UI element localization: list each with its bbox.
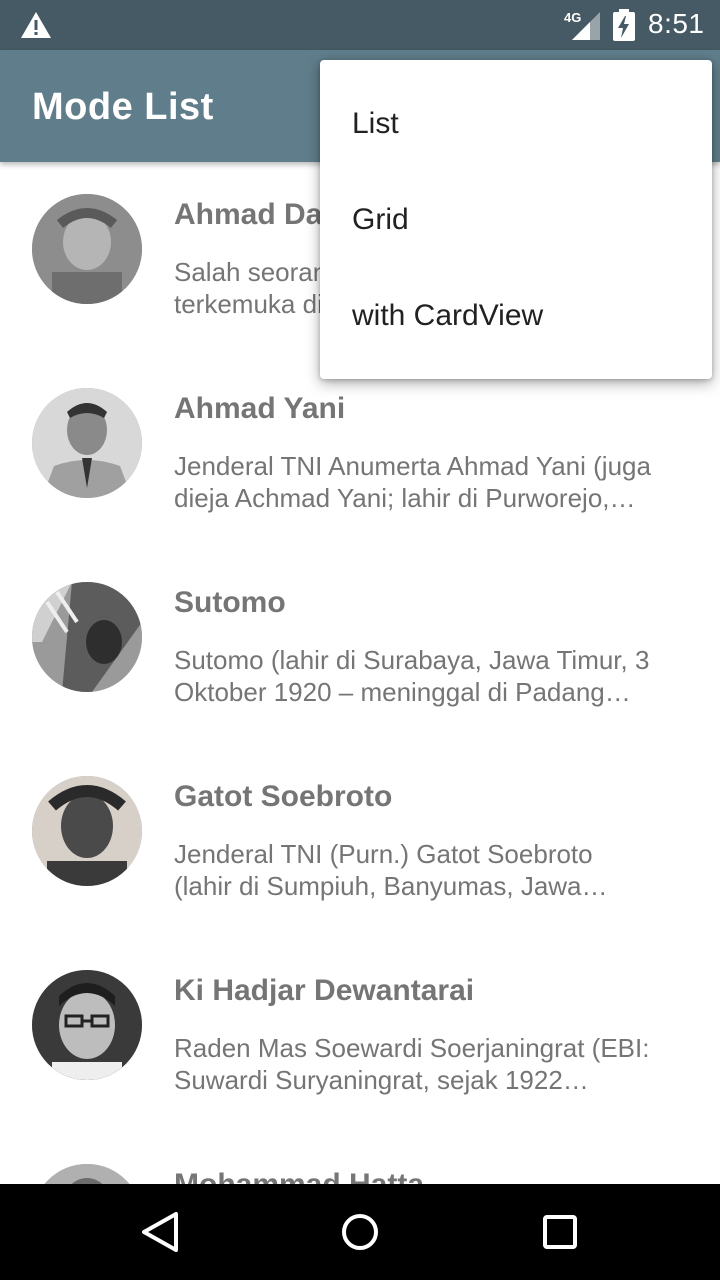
item-description: Jenderal TNI (Purn.) Gatot Soebroto (lah… <box>174 838 694 902</box>
avatar <box>32 388 142 498</box>
item-description: Raden Mas Soewardi Soerjaningrat (EBI: S… <box>174 1032 694 1096</box>
home-icon[interactable] <box>336 1208 384 1256</box>
recents-icon[interactable] <box>536 1208 584 1256</box>
item-desc-line: (lahir di Sumpiuh, Banyumas, Jawa… <box>174 871 608 901</box>
warning-icon <box>21 12 51 38</box>
item-description: Jenderal TNI Anumerta Ahmad Yani (juga d… <box>174 450 694 514</box>
menu-item-grid[interactable]: Grid <box>320 172 712 268</box>
item-desc-line: Suwardi Suryaningrat, sejak 1922… <box>174 1065 589 1095</box>
network-type-label: 4G <box>564 10 581 25</box>
navigation-bar <box>0 1184 720 1280</box>
avatar <box>32 776 142 886</box>
item-desc-line: Jenderal TNI (Purn.) Gatot Soebroto <box>174 839 593 869</box>
clock: 8:51 <box>648 8 705 39</box>
list-item[interactable]: Mohammad Hatta <box>0 1132 720 1184</box>
item-name: Ahmad Yani <box>174 392 346 425</box>
menu-item-cardview[interactable]: with CardView <box>320 268 712 364</box>
avatar <box>32 1164 142 1184</box>
item-desc-line: Oktober 1920 – meninggal di Padang… <box>174 677 631 707</box>
item-desc-line: dieja Achmad Yani; lahir di Purworejo,… <box>174 483 636 513</box>
back-icon[interactable] <box>136 1208 184 1256</box>
item-desc-line: Jenderal TNI Anumerta Ahmad Yani (juga <box>174 451 651 481</box>
app-title: Mode List <box>32 86 214 128</box>
item-desc-line: Sutomo (lahir di Surabaya, Jawa Timur, 3 <box>174 645 650 675</box>
list-item[interactable]: Gatot Soebroto Jenderal TNI (Purn.) Gato… <box>0 744 720 938</box>
item-name: Ki Hadjar Dewantarai <box>174 974 475 1007</box>
signal-icon: 4G <box>564 10 600 40</box>
avatar <box>32 970 142 1080</box>
overflow-menu: List Grid with CardView <box>320 60 712 379</box>
avatar <box>32 194 142 304</box>
status-bar: 4G 8:51 <box>0 0 720 50</box>
item-description: Sutomo (lahir di Surabaya, Jawa Timur, 3… <box>174 644 694 708</box>
item-name: Mohammad Hatta <box>174 1168 424 1184</box>
menu-item-list[interactable]: List <box>320 76 712 172</box>
list-item[interactable]: Ki Hadjar Dewantarai Raden Mas Soewardi … <box>0 938 720 1132</box>
avatar <box>32 582 142 692</box>
item-desc-line: Raden Mas Soewardi Soerjaningrat (EBI: <box>174 1033 650 1063</box>
item-name: Sutomo <box>174 586 286 619</box>
list-item[interactable]: Ahmad Yani Jenderal TNI Anumerta Ahmad Y… <box>0 356 720 550</box>
list-item[interactable]: Sutomo Sutomo (lahir di Surabaya, Jawa T… <box>0 550 720 744</box>
battery-charging-icon <box>613 9 635 41</box>
item-name: Gatot Soebroto <box>174 780 393 813</box>
screen: 4G 8:51 Mode List Ahmad Dahlan Salah seo… <box>0 0 720 1280</box>
